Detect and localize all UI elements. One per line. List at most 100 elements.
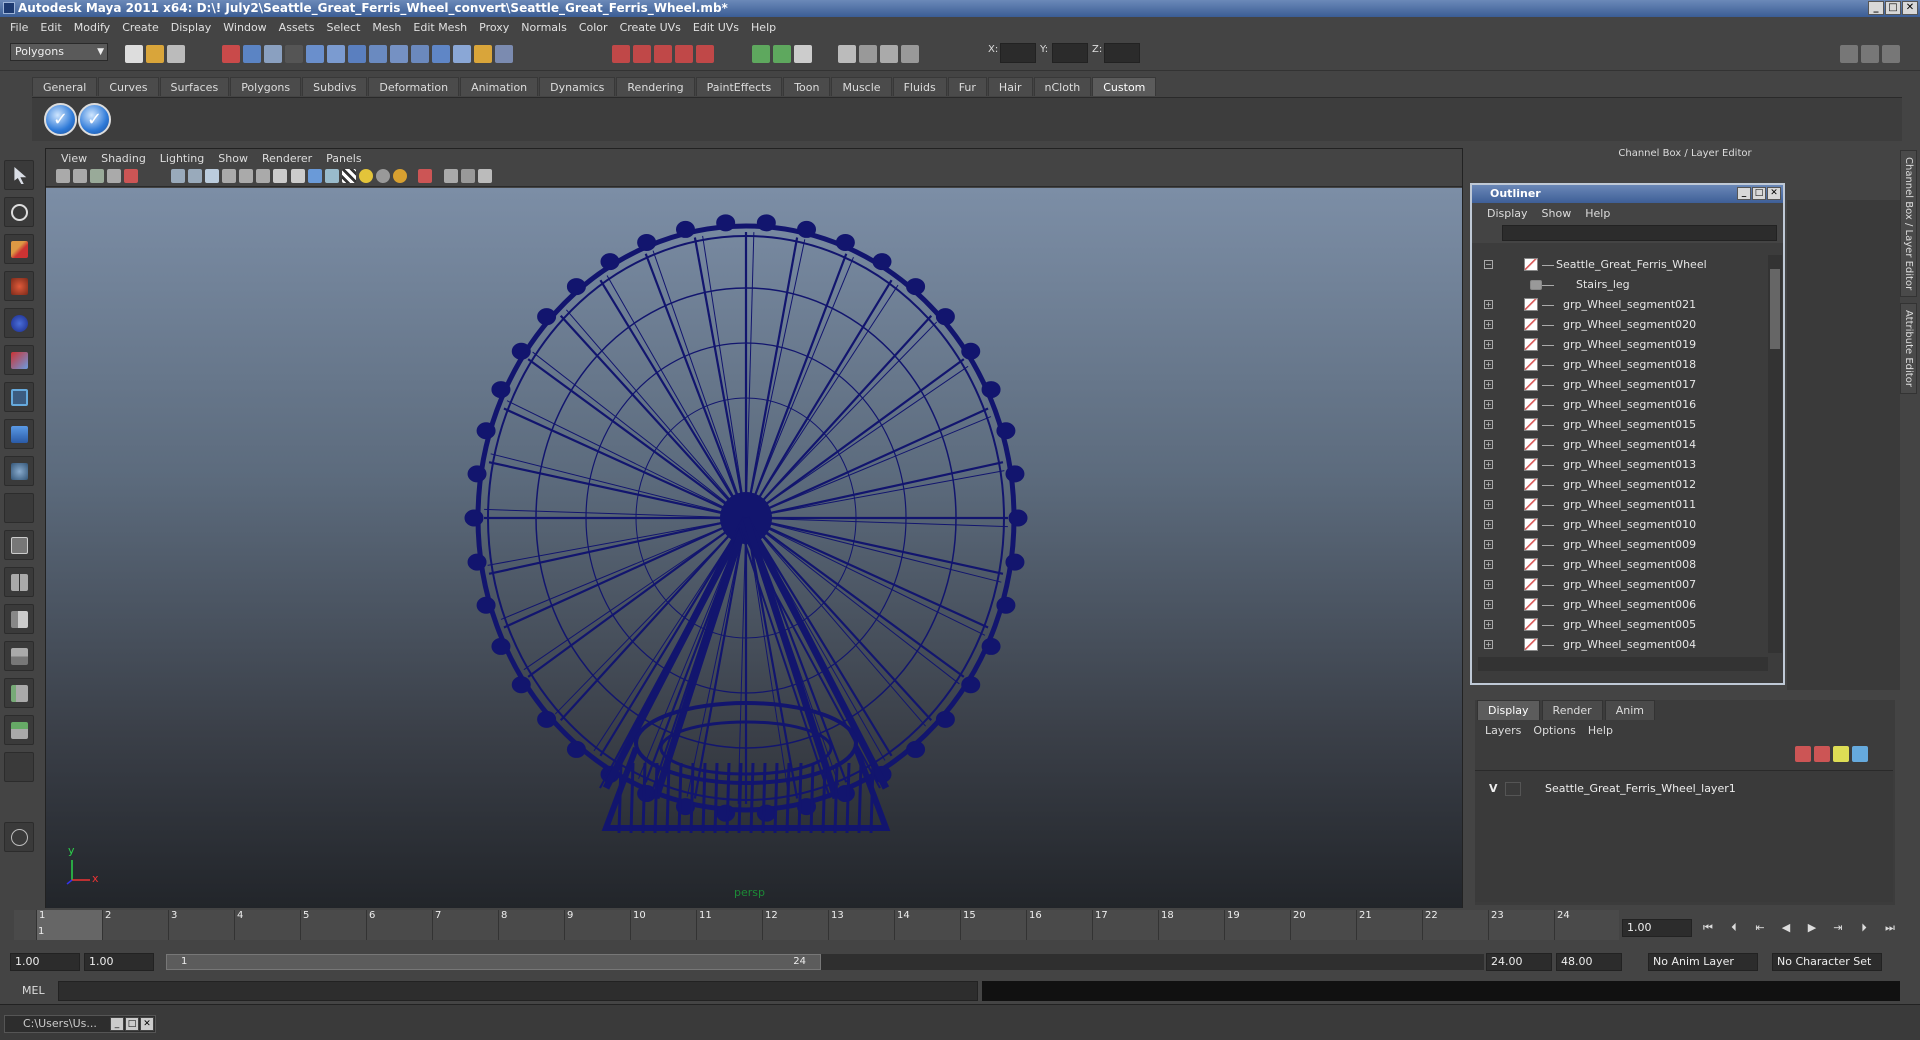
step-back-key-icon[interactable]: ⇤ (1752, 921, 1768, 935)
construction-history-icon[interactable] (794, 45, 812, 63)
outliner-item[interactable]: + grp_Wheel_segment008 (1478, 555, 1768, 575)
shelf-tab-curves[interactable]: Curves (98, 77, 159, 96)
check-icon[interactable]: ✓ (78, 103, 111, 136)
render-frame-icon[interactable] (859, 45, 877, 63)
outliner-item[interactable]: + grp_Wheel_segment011 (1478, 495, 1768, 515)
start-time-field[interactable]: 1.00 (10, 953, 80, 971)
viewport-scene[interactable]: persp y x (46, 188, 1462, 908)
high-quality-icon[interactable] (393, 169, 407, 183)
go-to-end-icon[interactable]: ⏭ (1882, 921, 1898, 935)
last-tool-button[interactable] (4, 493, 34, 523)
menu-mesh[interactable]: Mesh (366, 21, 407, 34)
isolate-select-icon[interactable] (418, 169, 432, 183)
menu-file[interactable]: File (4, 21, 34, 34)
layout-outliner-persp-button[interactable] (4, 604, 34, 634)
render-settings-icon[interactable] (901, 45, 919, 63)
select-by-component-icon[interactable] (264, 45, 282, 63)
render-view-icon[interactable] (838, 45, 856, 63)
expand-icon[interactable]: + (1484, 400, 1493, 409)
expand-icon[interactable]: + (1484, 460, 1493, 469)
expand-icon[interactable]: + (1484, 440, 1493, 449)
paint-select-tool-button[interactable] (4, 234, 34, 264)
menu-color[interactable]: Color (573, 21, 614, 34)
shelf-tab-subdivs[interactable]: Subdivs (302, 77, 368, 96)
shelf-tab-custom[interactable]: Custom (1092, 77, 1157, 96)
new-scene-icon[interactable] (125, 45, 143, 63)
select-surfaces-icon[interactable] (369, 45, 387, 63)
outliner-menu-show[interactable]: Show (1535, 207, 1579, 220)
new-layer-from-selected-icon[interactable] (1852, 746, 1868, 762)
image-plane-icon[interactable] (107, 169, 121, 183)
select-dynamics-icon[interactable] (411, 45, 429, 63)
expand-icon[interactable]: + (1484, 600, 1493, 609)
outliner-item[interactable]: + grp_Wheel_segment013 (1478, 455, 1768, 475)
minimized-window-item[interactable]: C:\Users\Us... _ □ ✕ (4, 1015, 156, 1033)
use-all-lights-icon[interactable] (359, 169, 373, 183)
shelf-tab-deformation[interactable]: Deformation (368, 77, 460, 96)
outliner-menu-display[interactable]: Display (1480, 207, 1535, 220)
menu-edit[interactable]: Edit (34, 21, 67, 34)
field-chart-icon[interactable] (239, 169, 253, 183)
toggle-tool-settings-icon[interactable] (1861, 45, 1879, 63)
maximize-button[interactable]: □ (125, 1017, 139, 1031)
safe-action-icon[interactable] (256, 169, 270, 183)
collapse-icon[interactable]: − (1484, 260, 1493, 269)
outliner-item[interactable]: + grp_Wheel_segment020 (1478, 315, 1768, 335)
time-slider[interactable]: 1 1 2 3 4 5 6 7 8 9 10 11 12 13 14 15 16 17 18 19 20 21 22 23 2… (14, 910, 1619, 940)
menu-modify[interactable]: Modify (68, 21, 116, 34)
shelf-tab-muscle[interactable]: Muscle (831, 77, 892, 96)
menu-edit-uvs[interactable]: Edit UVs (687, 21, 745, 34)
outliner-menu-help[interactable]: Help (1578, 207, 1617, 220)
menu-display[interactable]: Display (165, 21, 218, 34)
viewport-menu-lighting[interactable]: Lighting (153, 152, 211, 165)
outliner-filter-input[interactable] (1502, 225, 1777, 241)
mel-label[interactable]: MEL (22, 984, 45, 997)
outliner-item[interactable]: Stairs_leg (1478, 275, 1768, 295)
xray-joints-icon[interactable] (461, 169, 475, 183)
expand-icon[interactable]: + (1484, 620, 1493, 629)
play-backwards-icon[interactable]: ◀ (1778, 921, 1794, 935)
expand-icon[interactable]: + (1484, 320, 1493, 329)
layout-four-button[interactable] (4, 567, 34, 597)
menu-help[interactable]: Help (745, 21, 782, 34)
close-button[interactable]: ✕ (140, 1017, 154, 1031)
expand-icon[interactable]: + (1484, 500, 1493, 509)
2d-pan-zoom-icon[interactable] (124, 169, 138, 183)
menu-window[interactable]: Window (217, 21, 272, 34)
outliner-vertical-scrollbar[interactable] (1768, 255, 1782, 653)
outliner-item[interactable]: + grp_Wheel_segment012 (1478, 475, 1768, 495)
step-forward-frame-icon[interactable]: ⏵ (1856, 921, 1872, 935)
shelf-tab-hair[interactable]: Hair (987, 77, 1033, 96)
layer-row[interactable]: V Seattle_Great_Ferris_Wheel_layer1 (1475, 779, 1893, 799)
move-tool-button[interactable] (4, 271, 34, 301)
outliner-item[interactable]: + grp_Wheel_segment016 (1478, 395, 1768, 415)
outliner-item[interactable]: + grp_Wheel_segment005 (1478, 615, 1768, 635)
character-set-dropdown[interactable]: No Character Set (1772, 953, 1882, 971)
viewport-menu-panels[interactable]: Panels (319, 152, 368, 165)
select-rendering-icon[interactable] (432, 45, 450, 63)
shelf-tab-painteffects[interactable]: PaintEffects (695, 77, 783, 96)
side-tab-attribute-editor[interactable]: Attribute Editor (1900, 303, 1917, 395)
toggle-channel-box-icon[interactable] (1882, 45, 1900, 63)
rotate-tool-button[interactable] (4, 308, 34, 338)
layer-tab-render[interactable]: Render (1541, 700, 1603, 720)
outliner-item[interactable]: + grp_Wheel_segment015 (1478, 415, 1768, 435)
snap-point-icon[interactable] (654, 45, 672, 63)
select-deformations-icon[interactable] (390, 45, 408, 63)
outliner-item[interactable]: + grp_Wheel_segment018 (1478, 355, 1768, 375)
outliner-close-button[interactable]: ✕ (1767, 187, 1781, 200)
layer-tab-anim[interactable]: Anim (1604, 700, 1655, 720)
menu-assets[interactable]: Assets (273, 21, 321, 34)
outliner-item[interactable]: + grp_Wheel_segment007 (1478, 575, 1768, 595)
film-gate-icon[interactable] (188, 169, 202, 183)
snap-view-plane-icon[interactable] (675, 45, 693, 63)
shelf-tab-surfaces[interactable]: Surfaces (159, 77, 230, 96)
layout-dropdown-button[interactable] (4, 752, 34, 782)
menu-create-uvs[interactable]: Create UVs (614, 21, 687, 34)
select-misc-icon[interactable] (453, 45, 471, 63)
shelf-tab-ncloth[interactable]: nCloth (1033, 77, 1092, 96)
layer-menu-help[interactable]: Help (1582, 724, 1619, 737)
expand-icon[interactable]: + (1484, 580, 1493, 589)
end-time-field[interactable]: 48.00 (1556, 953, 1622, 971)
outliner-item[interactable]: + grp_Wheel_segment017 (1478, 375, 1768, 395)
